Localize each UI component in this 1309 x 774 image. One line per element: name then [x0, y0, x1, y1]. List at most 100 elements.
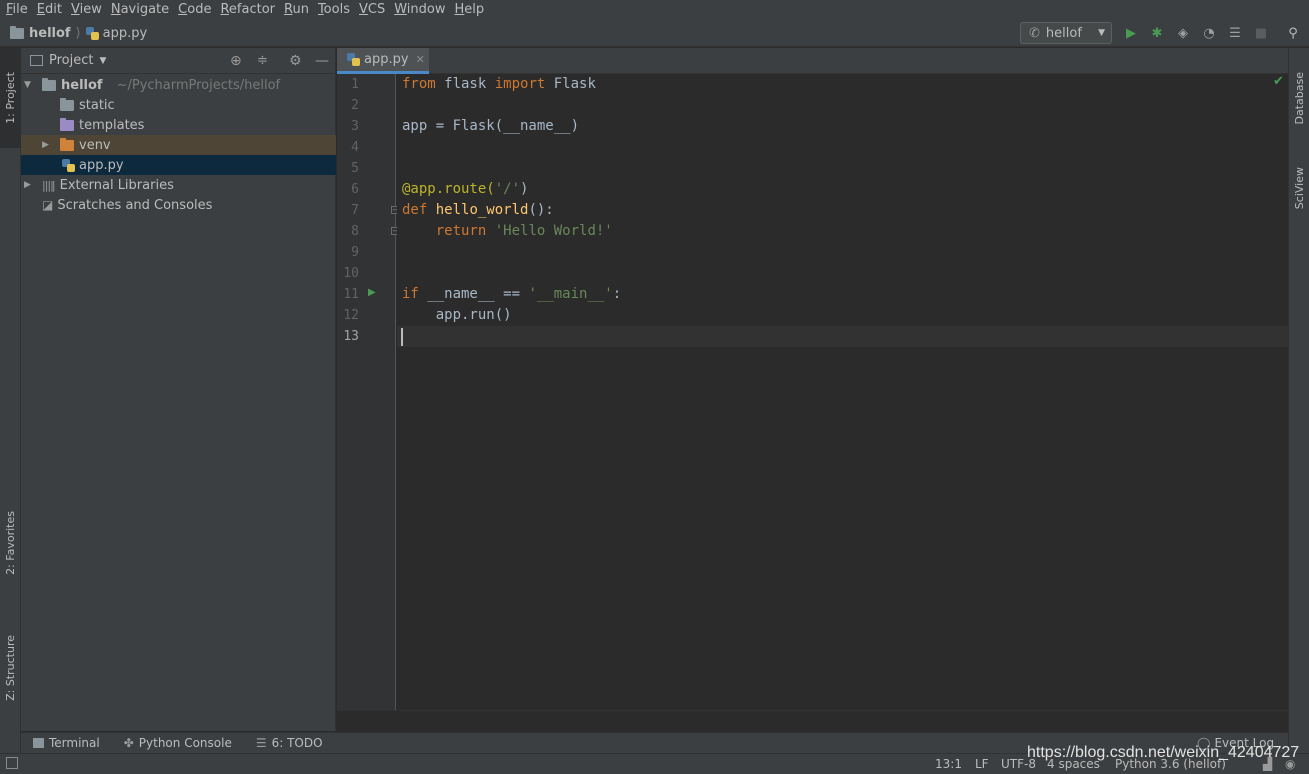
decorator: @app.route(: [402, 181, 495, 197]
keyword: return: [435, 223, 487, 239]
keyword: if: [402, 286, 419, 302]
tree-item-static[interactable]: static: [21, 95, 336, 115]
tab-favorites[interactable]: 2: Favorites: [0, 488, 21, 598]
run-configuration-label: hellof: [1045, 25, 1082, 41]
tree-item-external-libraries[interactable]: ▶ |||‖ External Libraries: [21, 175, 336, 195]
concurrency-icon[interactable]: ☰: [1226, 24, 1244, 42]
breadcrumb-file[interactable]: app.py: [85, 25, 148, 41]
expanded-arrow-icon[interactable]: ▼: [24, 80, 36, 90]
coverage-icon[interactable]: ◈: [1174, 24, 1192, 42]
code-line-1: from flask import Flask: [402, 74, 596, 95]
code-text: ():: [528, 202, 554, 218]
menu-edit[interactable]: Edit: [34, 0, 68, 20]
python-console-label: Python Console: [138, 736, 232, 750]
profile-icon[interactable]: ◔: [1200, 24, 1218, 42]
tree-item-app-py[interactable]: app.py: [21, 155, 336, 175]
menu-navigate[interactable]: Navigate: [108, 0, 175, 20]
locate-icon[interactable]: ⊕: [230, 53, 242, 69]
menu-run[interactable]: Run: [281, 0, 315, 20]
navigation-bar: hellof ⟩ app.py ✆ hellof ▼ ▶ ✱ ◈ ◔ ☰ ■ ⚲: [0, 20, 1309, 47]
tab-database[interactable]: Database: [1289, 58, 1309, 138]
tab-sciview-label: SciView: [1293, 166, 1306, 210]
tab-sciview[interactable]: SciView: [1289, 153, 1309, 223]
phone-icon: ✆: [1029, 25, 1040, 41]
menu-window[interactable]: Window: [391, 0, 451, 20]
breadcrumb-project-label: hellof: [29, 25, 71, 41]
code-text: flask: [435, 76, 495, 92]
search-icon[interactable]: ⚲: [1284, 24, 1302, 42]
tab-label: app.py: [364, 52, 409, 67]
close-icon[interactable]: ✕: [416, 53, 425, 66]
library-icon: |||‖: [42, 178, 56, 192]
code-editor[interactable]: from flask import Flask app = Flask(__na…: [397, 74, 1288, 710]
line-number: 4: [351, 140, 359, 155]
code-text: ): [520, 181, 529, 197]
folder-icon: [60, 117, 74, 131]
tree-item-templates[interactable]: templates: [21, 115, 336, 135]
watermark: https://blog.csdn.net/weixin_42404727: [1027, 744, 1300, 761]
project-panel-title[interactable]: Project: [49, 53, 93, 68]
tree-item-scratches[interactable]: ◪ Scratches and Consoles: [21, 195, 336, 215]
tool-windows-toggle-icon[interactable]: [6, 757, 18, 769]
line-separator[interactable]: LF: [975, 757, 989, 771]
stop-icon[interactable]: ■: [1252, 24, 1270, 42]
menu-file[interactable]: File: [3, 0, 34, 20]
menu-refactor[interactable]: Refactor: [217, 0, 281, 20]
python-console-button[interactable]: ✤ Python Console: [124, 736, 232, 750]
terminal-button[interactable]: Terminal: [33, 736, 100, 750]
breadcrumb-file-label: app.py: [102, 25, 148, 41]
caret-position[interactable]: 13:1: [935, 757, 962, 771]
menu-bar: File Edit View Navigate Code Refactor Ru…: [0, 0, 1309, 20]
line-number: 5: [351, 161, 359, 176]
inspection-ok-icon[interactable]: ✔: [1273, 74, 1284, 89]
tree-item-venv[interactable]: ▶ venv: [21, 135, 336, 155]
terminal-label: Terminal: [49, 736, 100, 750]
tree-item-hellof[interactable]: ▼ hellof ~/PycharmProjects/hellof: [21, 75, 336, 95]
collapse-all-icon[interactable]: ≑: [257, 53, 268, 68]
code-text: :: [612, 286, 622, 302]
line-number: 6: [351, 182, 359, 197]
todo-button[interactable]: ☰ 6: TODO: [256, 736, 323, 750]
python-file-icon: [347, 53, 360, 66]
debug-icon[interactable]: ✱: [1148, 24, 1166, 42]
editor-bottom-area: [337, 710, 1288, 731]
chevron-down-icon[interactable]: ▼: [99, 56, 106, 66]
collapsed-arrow-icon[interactable]: ▶: [42, 140, 60, 150]
line-number: 12: [343, 308, 359, 323]
tab-structure[interactable]: Z: Structure: [0, 613, 21, 723]
run-configuration-select[interactable]: ✆ hellof ▼: [1020, 22, 1112, 44]
run-icon[interactable]: ▶: [1122, 24, 1140, 42]
menu-view[interactable]: View: [68, 0, 108, 20]
run-gutter-icon[interactable]: ▶: [368, 287, 376, 298]
keyword: import: [494, 76, 546, 92]
right-tool-strip: Database SciView: [1288, 48, 1309, 753]
tab-favorites-label: 2: Favorites: [4, 511, 17, 575]
tab-database-label: Database: [1293, 71, 1306, 125]
tree-item-label: venv: [79, 137, 111, 153]
collapsed-arrow-icon[interactable]: ▶: [24, 180, 42, 190]
breadcrumb-project[interactable]: hellof ⟩: [10, 25, 86, 41]
folder-icon: [10, 25, 24, 39]
menu-help[interactable]: Help: [452, 0, 491, 20]
line-number: 10: [343, 266, 359, 281]
folder-icon: [60, 97, 74, 111]
gear-icon[interactable]: ⚙: [289, 53, 302, 69]
line-number: 7: [351, 203, 359, 218]
menu-tools[interactable]: Tools: [315, 0, 356, 20]
string-literal: '/': [494, 181, 521, 197]
code-text: Flask: [545, 76, 596, 92]
hide-panel-icon[interactable]: —: [315, 53, 329, 69]
line-number: 3: [351, 119, 359, 134]
tree-item-label: static: [79, 97, 115, 113]
line-number: 1: [351, 77, 359, 92]
project-panel-header: Project ▼ ⊕ ≑ ⚙ —: [21, 48, 335, 74]
menu-code[interactable]: Code: [175, 0, 217, 20]
left-tool-strip: 1: Project 2: Favorites Z: Structure: [0, 48, 21, 753]
keyword: from: [402, 76, 436, 92]
menu-vcs[interactable]: VCS: [356, 0, 391, 20]
tab-app-py[interactable]: app.py ✕: [337, 48, 429, 74]
project-panel: Project ▼ ⊕ ≑ ⚙ — ▼ hellof ~/PycharmProj…: [21, 48, 336, 731]
tab-project[interactable]: 1: Project: [0, 48, 21, 148]
